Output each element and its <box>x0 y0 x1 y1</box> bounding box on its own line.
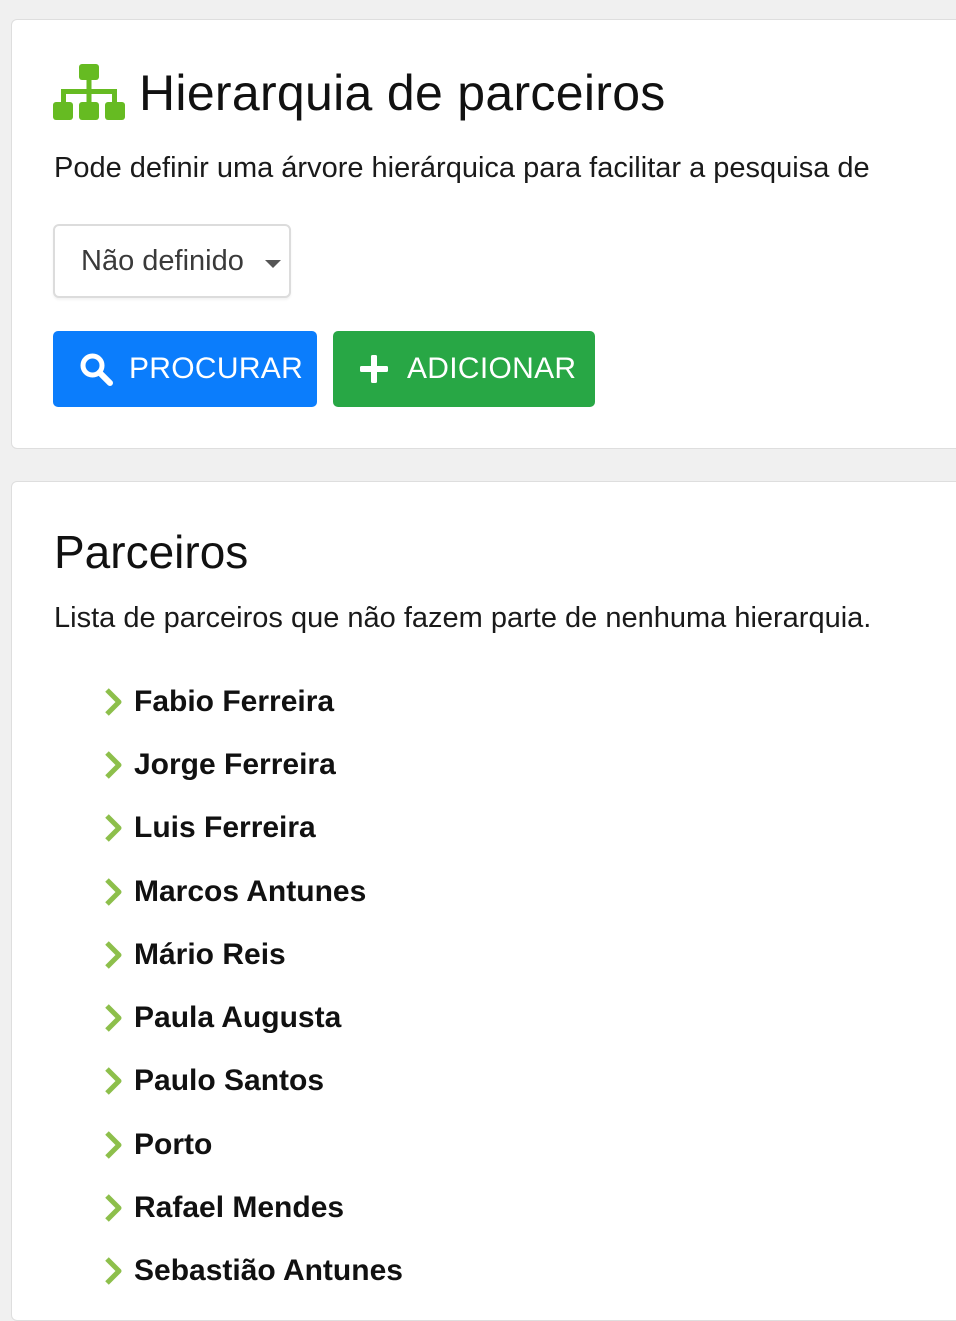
list-item-label: Rafael Mendes <box>134 1191 345 1225</box>
chevron-right-icon <box>105 751 122 779</box>
chevron-right-icon <box>105 1067 122 1096</box>
chevron-right-icon <box>105 1257 122 1286</box>
list-item[interactable]: Mário Reis <box>102 923 403 986</box>
list-item[interactable]: Paula Augusta <box>102 986 403 1049</box>
search-button-label: PROCURAR <box>129 352 304 385</box>
add-button-label: ADICIONAR <box>407 352 577 385</box>
chevron-right-icon <box>105 814 122 843</box>
list-item-label: Fabio Ferreira <box>134 684 335 718</box>
list-item-label: Paulo Santos <box>134 1064 325 1098</box>
sitemap-icon <box>53 64 125 120</box>
list-item-label: Sebastião Antunes <box>134 1254 403 1288</box>
list-item[interactable]: Paulo Santos <box>102 1050 403 1113</box>
list-item-label: Paula Augusta <box>134 1001 342 1035</box>
caret-down-icon <box>265 260 281 268</box>
page-title: Hierarquia de parceiros <box>139 65 666 121</box>
list-item[interactable]: Jorge Ferreira <box>102 733 403 796</box>
list-item[interactable]: Sebastião Antunes <box>102 1240 403 1303</box>
page-header: Hierarquia de parceiros <box>53 64 666 122</box>
partners-list: Fabio Ferreira Jorge Ferreira Luis Ferre… <box>102 670 403 1303</box>
hierarchy-select[interactable]: Não definido <box>53 224 291 298</box>
chevron-right-icon <box>105 687 122 716</box>
list-item[interactable]: Rafael Mendes <box>102 1176 403 1239</box>
list-item[interactable]: Luis Ferreira <box>102 797 403 860</box>
hierarchy-card: Hierarquia de parceiros Pode definir uma… <box>11 19 956 449</box>
add-button[interactable]: ADICIONAR <box>333 331 595 407</box>
page-description: Pode definir uma árvore hierárquica para… <box>54 152 870 184</box>
list-item[interactable]: Fabio Ferreira <box>102 670 403 733</box>
list-item-label: Marcos Antunes <box>134 874 367 908</box>
list-item-label: Jorge Ferreira <box>134 747 336 781</box>
search-icon <box>80 353 113 386</box>
partners-title: Parceiros <box>54 526 249 578</box>
list-item-label: Mário Reis <box>134 937 286 971</box>
chevron-right-icon <box>105 941 122 969</box>
partners-card: Parceiros Lista de parceiros que não faz… <box>11 481 956 1321</box>
search-button[interactable]: PROCURAR <box>53 331 317 407</box>
list-item-label: Luis Ferreira <box>134 811 316 845</box>
list-item[interactable]: Marcos Antunes <box>102 860 403 923</box>
list-item[interactable]: Porto <box>102 1113 403 1176</box>
hierarchy-select-value: Não definido <box>81 244 244 277</box>
chevron-right-icon <box>105 877 122 906</box>
chevron-right-icon <box>105 1130 122 1159</box>
chevron-right-icon <box>105 1194 122 1222</box>
plus-icon <box>360 355 388 383</box>
list-item-label: Porto <box>134 1127 213 1161</box>
chevron-right-icon <box>105 1004 122 1032</box>
partners-description: Lista de parceiros que não fazem parte d… <box>54 602 872 634</box>
